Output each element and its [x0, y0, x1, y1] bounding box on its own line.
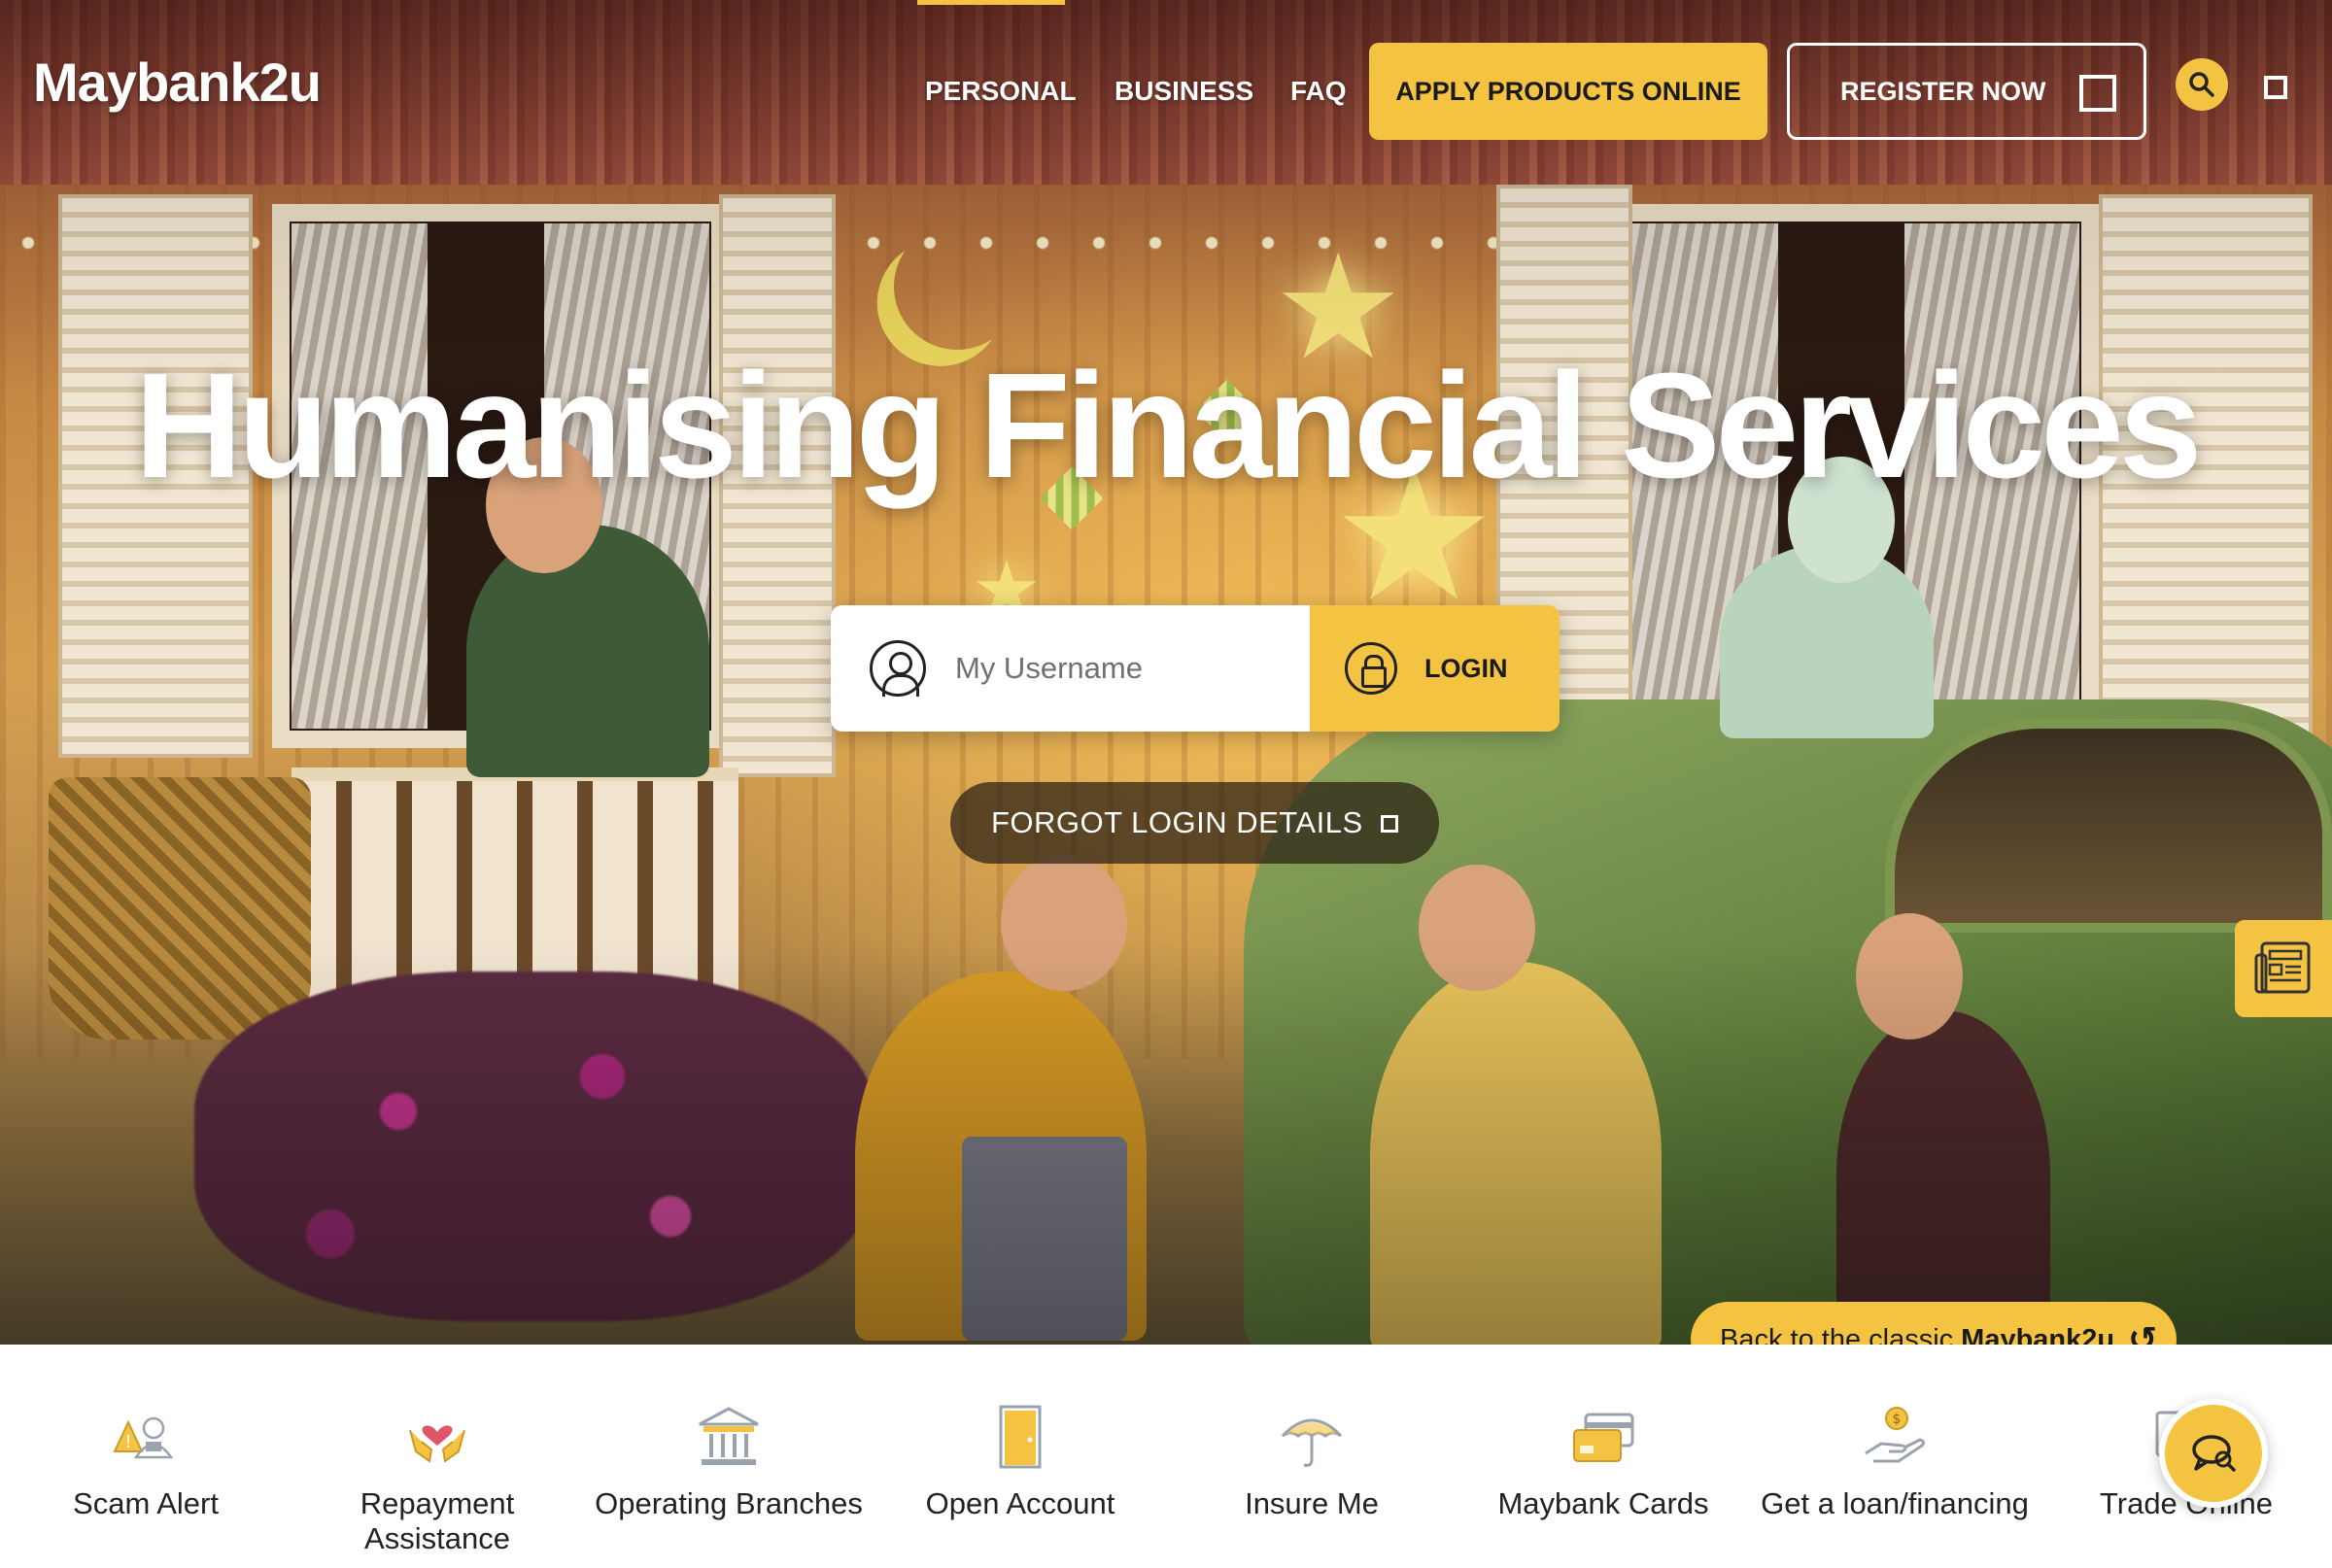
square-icon — [2079, 75, 2116, 112]
lock-icon — [1345, 642, 1397, 695]
quick-link-label: Operating Branches — [595, 1486, 863, 1520]
register-now-label: REGISTER NOW — [1840, 76, 2046, 106]
quick-link-label: Maybank Cards — [1497, 1486, 1709, 1520]
login-form: LOGIN — [831, 605, 1560, 732]
cards-icon — [1573, 1413, 1634, 1462]
bank-building-icon — [699, 1407, 759, 1465]
square-icon[interactable] — [2264, 76, 2287, 99]
newspaper-icon — [2254, 941, 2311, 994]
register-now-button[interactable]: REGISTER NOW — [1787, 43, 2146, 140]
chat-assistant-button[interactable] — [2159, 1399, 2268, 1508]
login-button[interactable]: LOGIN — [1310, 605, 1560, 732]
hand-coin-icon: $ — [1865, 1407, 1926, 1463]
quick-link-label: Insure Me — [1245, 1486, 1379, 1520]
login-label: LOGIN — [1424, 653, 1508, 683]
apply-products-online-label: APPLY PRODUCTS ONLINE — [1395, 76, 1741, 106]
user-icon — [870, 640, 926, 697]
maybank2u-logo[interactable]: Maybank2u — [33, 51, 322, 114]
forgot-login-details-button[interactable]: FORGOT LOGIN DETAILS — [950, 782, 1439, 864]
active-nav-indicator — [917, 0, 1065, 5]
forgot-login-details-label: FORGOT LOGIN DETAILS — [991, 805, 1363, 839]
username-input[interactable] — [955, 651, 1305, 686]
quick-link-label: Scam Alert — [73, 1486, 219, 1520]
side-news-tab[interactable] — [2235, 920, 2332, 1017]
quick-link-label: Get a loan/financing — [1761, 1486, 2029, 1520]
quick-link-maybank-cards[interactable]: Maybank Cards — [1458, 1345, 1749, 1568]
quick-link-insure-me[interactable]: Insure Me — [1166, 1345, 1458, 1568]
svg-text:$: $ — [1893, 1412, 1902, 1427]
hero-headline: Humanising Financial Services — [134, 342, 2202, 509]
umbrella-icon — [1281, 1418, 1343, 1467]
quick-link-scam-alert[interactable]: ! Scam Alert — [0, 1345, 292, 1568]
door-icon — [999, 1405, 1042, 1469]
heart-hands-icon — [409, 1425, 465, 1463]
chat-icon — [2192, 1435, 2236, 1472]
username-field[interactable] — [831, 605, 1310, 732]
quick-link-repayment-assistance[interactable]: Repayment Assistance — [292, 1345, 583, 1568]
quick-link-label: Repayment Assistance — [360, 1486, 515, 1555]
quick-link-get-a-loan[interactable]: $ Get a loan/financing — [1749, 1345, 2040, 1568]
scam-alert-icon: ! — [113, 1416, 174, 1459]
nav-faq[interactable]: FAQ — [1290, 76, 1347, 107]
quick-link-operating-branches[interactable]: Operating Branches — [583, 1345, 874, 1568]
quick-link-label: Open Account — [925, 1486, 1115, 1520]
apply-products-online-button[interactable]: APPLY PRODUCTS ONLINE — [1369, 43, 1767, 140]
search-button[interactable] — [2176, 58, 2228, 111]
quick-link-open-account[interactable]: Open Account — [874, 1345, 1166, 1568]
search-icon — [2189, 72, 2214, 97]
square-icon — [1381, 815, 1398, 833]
nav-business[interactable]: BUSINESS — [1115, 76, 1253, 107]
quick-links-bar: ! Scam Alert Repayment Assistance Operat… — [0, 1345, 2332, 1568]
svg-text:!: ! — [124, 1432, 131, 1452]
nav-personal[interactable]: PERSONAL — [925, 76, 1077, 107]
